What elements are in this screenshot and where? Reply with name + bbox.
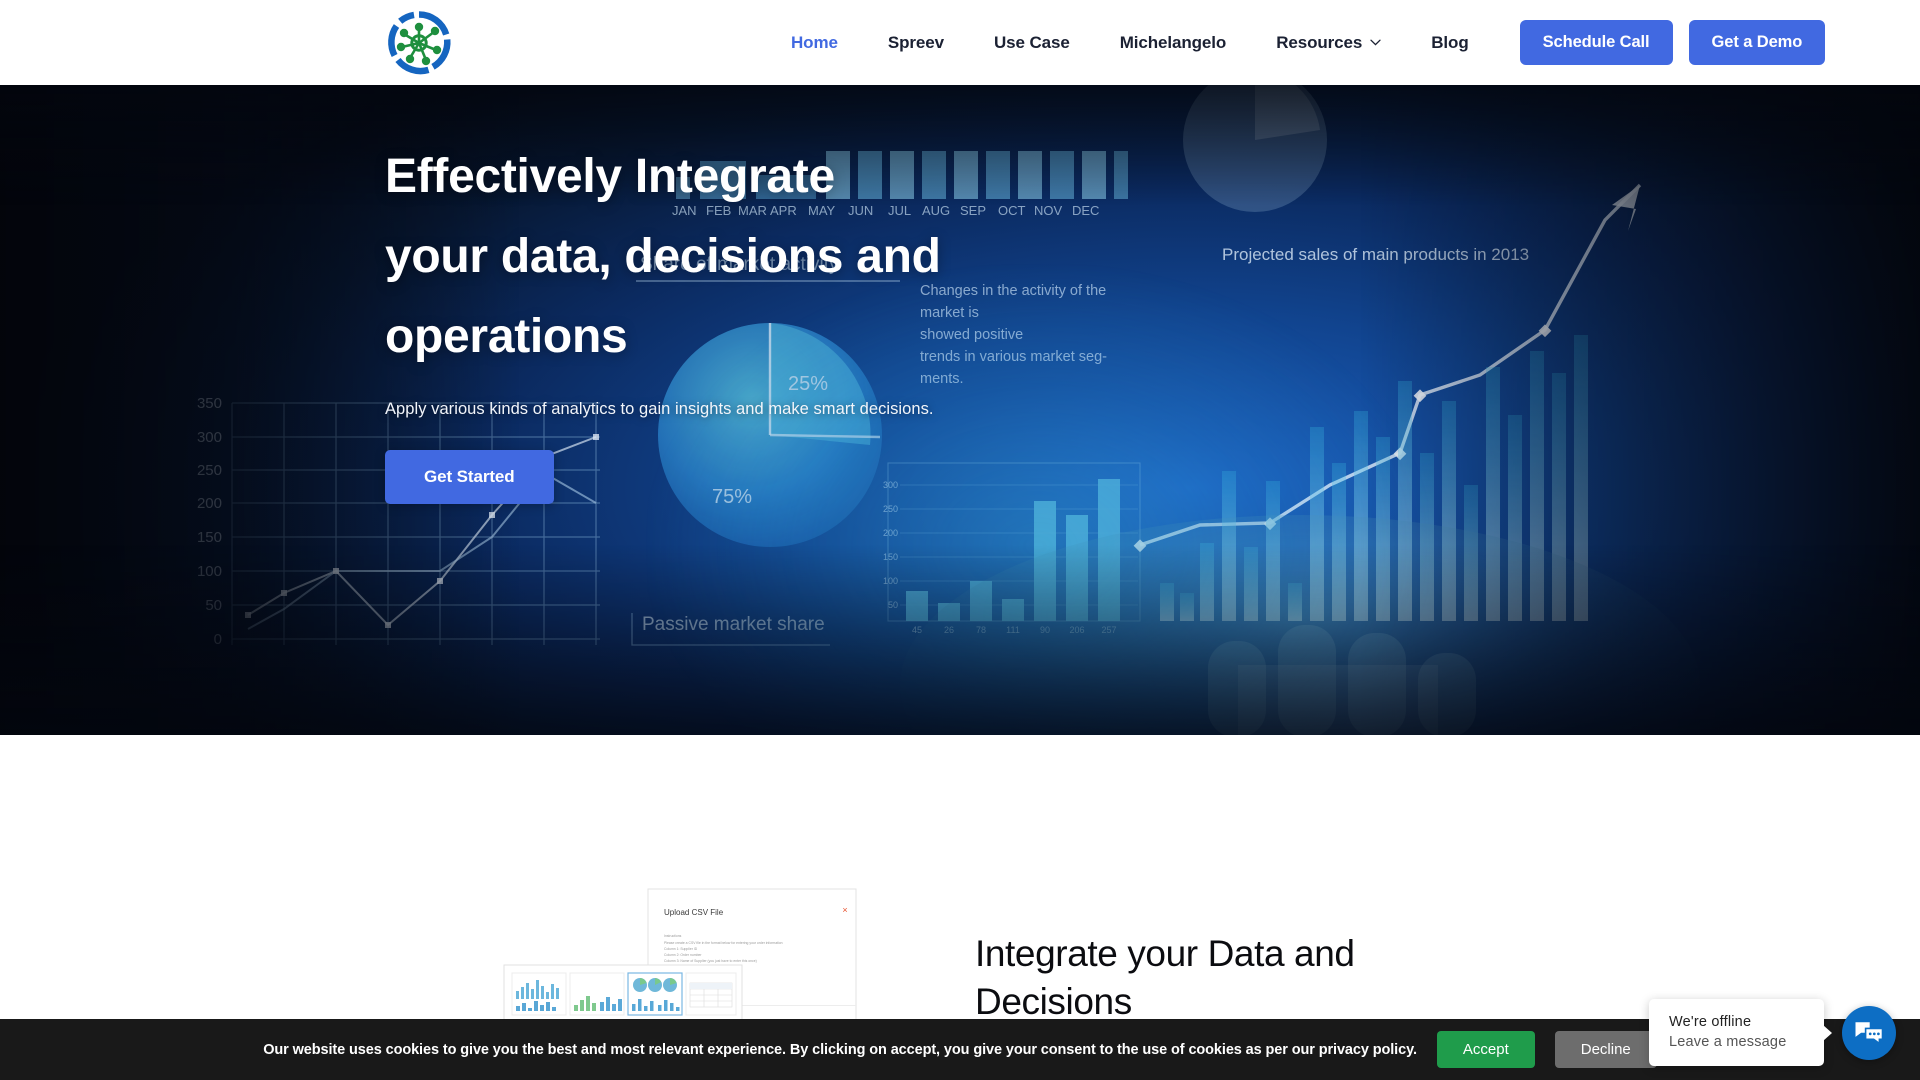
nav-item-michelangelo[interactable]: Michelangelo [1095, 33, 1252, 53]
svg-text:Column 1: Supplier ID: Column 1: Supplier ID [664, 947, 698, 951]
get-a-demo-button[interactable]: Get a Demo [1688, 20, 1826, 65]
main-navigation: Home Spreev Use Case Michelangelo Resour… [766, 33, 1494, 53]
hero-section: JAN FEB MAR APR MAY JUN JUL AUG SEP OCT NOV DEC [0, 85, 1920, 735]
integrate-heading: Integrate your Data and Decisions [975, 930, 1495, 1026]
nav-item-resources[interactable]: Resources [1251, 33, 1406, 53]
chat-prompt-line: Leave a message [1669, 1034, 1787, 1050]
svg-text:Instructions: Instructions [664, 934, 682, 938]
chat-launcher-button[interactable] [1842, 1005, 1896, 1060]
hero-headline-line-3: operations [385, 310, 628, 363]
cookie-accept-button[interactable]: Accept [1436, 1031, 1535, 1068]
hero-subtitle: Apply various kinds of analytics to gain… [385, 400, 934, 418]
header-cta-group: Schedule Call Get a Demo [1519, 20, 1826, 65]
chat-status-line: We're offline [1669, 1014, 1752, 1030]
nav-item-spreev[interactable]: Spreev [863, 33, 969, 53]
integrate-text-block: Integrate your Data and Decisions [975, 930, 1495, 1026]
integrate-heading-line-1: Integrate your Data and [975, 933, 1355, 974]
svg-text:Column 2: Order number: Column 2: Order number [664, 953, 702, 957]
hero-vignette-bottom [0, 545, 1920, 735]
cookie-message: Our website uses cookies to give you the… [263, 1041, 1417, 1058]
svg-text:Please create a CSV file in th: Please create a CSV file in the format b… [664, 941, 783, 945]
cookie-decline-button[interactable]: Decline [1554, 1031, 1657, 1068]
hero-headline: Effectively Integrate your data, decisio… [385, 137, 1045, 377]
chat-status-bubble[interactable]: We're offline Leave a message [1649, 999, 1832, 1066]
svg-text:Upload CSV File: Upload CSV File [664, 908, 724, 917]
nav-item-blog[interactable]: Blog [1406, 33, 1493, 53]
chat-bubbles-icon [1855, 1021, 1884, 1045]
schedule-call-button[interactable]: Schedule Call [1519, 20, 1673, 65]
network-nodes-circle-logo-icon [388, 10, 451, 74]
nav-item-resources-label: Resources [1276, 32, 1363, 52]
svg-text:Column 3: Name of Supplier (yo: Column 3: Name of Supplier (you just hav… [664, 959, 757, 963]
nav-item-home[interactable]: Home [766, 33, 863, 53]
hero-headline-line-2: your data, decisions and [385, 230, 941, 283]
site-logo[interactable] [382, 6, 456, 80]
nav-item-use-case[interactable]: Use Case [969, 33, 1095, 53]
site-header: Home Spreev Use Case Michelangelo Resour… [0, 0, 1920, 85]
cookie-consent-banner: Our website uses cookies to give you the… [0, 1019, 1920, 1080]
get-started-button[interactable]: Get Started [385, 450, 554, 504]
chat-widget: We're offline Leave a message [1649, 999, 1896, 1066]
integrate-heading-line-2: Decisions [975, 981, 1132, 1022]
hero-content: Effectively Integrate your data, decisio… [360, 85, 1560, 504]
chevron-down-icon [1370, 39, 1381, 46]
svg-text:×: × [842, 905, 847, 915]
landing-page: Home Spreev Use Case Michelangelo Resour… [0, 0, 1920, 1080]
hero-headline-line-1: Effectively Integrate [385, 150, 835, 203]
